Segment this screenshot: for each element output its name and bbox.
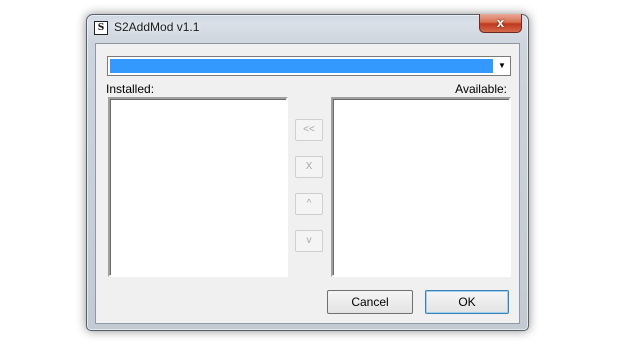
app-icon: S xyxy=(94,21,108,35)
chevron-down-icon[interactable]: ▼ xyxy=(495,58,509,74)
cancel-button[interactable]: Cancel xyxy=(327,290,413,314)
dialog-client-area: ▼ Installed: Available: << X ^ v Cancel … xyxy=(95,43,520,324)
installed-label: Installed: xyxy=(106,82,155,96)
move-left-button[interactable]: << xyxy=(295,119,323,141)
available-listbox[interactable] xyxy=(331,97,511,277)
installed-listbox[interactable] xyxy=(108,97,288,277)
available-label: Available: xyxy=(455,82,507,96)
mod-dropdown[interactable]: ▼ xyxy=(107,56,511,76)
close-button[interactable]: x xyxy=(479,14,522,33)
ok-button[interactable]: OK xyxy=(425,290,509,314)
close-icon: x xyxy=(496,15,505,30)
dropdown-selected-value xyxy=(110,59,493,73)
window-title: S2AddMod v1.1 xyxy=(114,20,200,34)
move-down-button[interactable]: v xyxy=(295,230,323,252)
dialog-window: S S2AddMod v1.1 x ▼ Installed: Available… xyxy=(86,14,529,331)
move-up-button[interactable]: ^ xyxy=(295,193,323,215)
remove-button[interactable]: X xyxy=(295,156,323,178)
title-bar[interactable]: S S2AddMod v1.1 x xyxy=(87,14,528,43)
